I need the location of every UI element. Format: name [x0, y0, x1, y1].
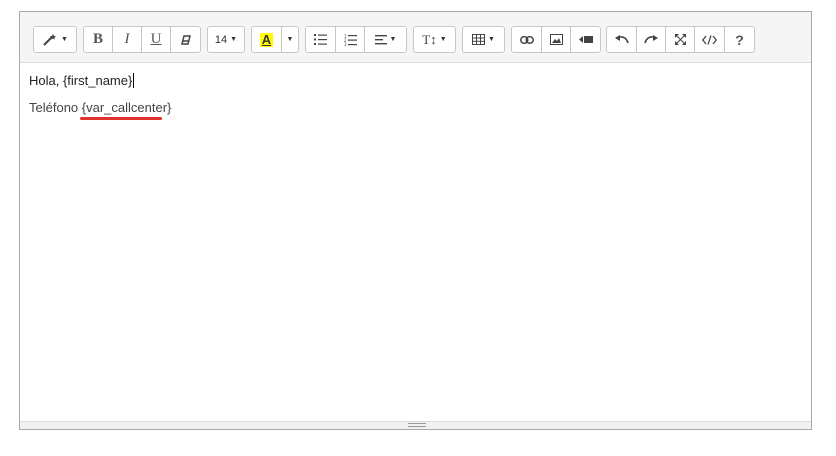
link-icon [519, 35, 534, 44]
table-dropdown[interactable]: ▼ [462, 26, 505, 53]
magic-wand-icon [42, 33, 58, 47]
annotation-red-underline [80, 117, 162, 120]
italic-icon: I [124, 31, 130, 47]
editor-toolbar: ▼ B I U 14 ▼ A ▼ 1 2 3 ▼ T↕ ▼ ▼ ? [20, 12, 811, 63]
clear-format-button[interactable] [170, 26, 201, 53]
text-cursor [133, 73, 135, 88]
redo-button[interactable] [636, 26, 666, 53]
video-icon [578, 35, 593, 44]
editor-content-area[interactable]: Hola, {first_name} Teléfono {var_callcen… [20, 63, 811, 422]
caret-icon: ▼ [389, 36, 397, 43]
unordered-list-icon [314, 34, 327, 45]
caret-icon: ▼ [439, 36, 447, 43]
eraser-icon [180, 34, 192, 46]
code-view-icon [702, 34, 717, 45]
resize-grip-icon[interactable] [408, 423, 426, 427]
style-dropdown-button[interactable]: ▼ [33, 26, 77, 53]
caret-icon: ▼ [286, 36, 294, 43]
underline-button[interactable]: U [141, 26, 171, 53]
caret-icon: ▼ [230, 36, 238, 43]
picture-icon [549, 34, 563, 45]
caret-icon: ▼ [488, 36, 495, 43]
italic-button[interactable]: I [112, 26, 142, 53]
video-button[interactable] [570, 26, 601, 53]
line-height-icon: T↕ [422, 31, 437, 47]
greeting-text: Hola, {first_name} [29, 73, 133, 88]
help-button[interactable]: ? [724, 26, 755, 53]
caret-icon: ▼ [61, 36, 68, 43]
svg-text:3: 3 [344, 42, 347, 46]
unordered-list-button[interactable] [305, 26, 336, 53]
bold-button[interactable]: B [83, 26, 113, 53]
bold-icon: B [92, 31, 103, 47]
help-icon: ? [735, 31, 744, 48]
fullscreen-icon [674, 34, 686, 45]
code-view-button[interactable] [694, 26, 725, 53]
line-height-dropdown[interactable]: T↕ ▼ [413, 26, 456, 53]
redo-icon [644, 35, 658, 44]
align-icon [374, 34, 387, 45]
content-line-phone: Teléfono {var_callcenter} [29, 100, 172, 115]
font-size-dropdown[interactable]: 14 ▼ [207, 26, 245, 53]
underline-icon: U [150, 31, 162, 47]
table-icon [472, 34, 486, 45]
editor-resize-bar[interactable] [20, 421, 811, 429]
rich-text-editor: ▼ B I U 14 ▼ A ▼ 1 2 3 ▼ T↕ ▼ ▼ ? Hola, … [19, 11, 812, 430]
color-dropdown-button[interactable]: ▼ [281, 26, 299, 53]
picture-button[interactable] [541, 26, 571, 53]
font-size-value: 14 [214, 33, 228, 46]
undo-button[interactable] [606, 26, 637, 53]
ordered-list-button[interactable]: 123 [335, 26, 365, 53]
content-line-greeting: Hola, {first_name} [29, 73, 135, 88]
ordered-list-icon: 123 [344, 34, 357, 46]
fullscreen-button[interactable] [665, 26, 695, 53]
undo-icon [614, 35, 629, 44]
link-button[interactable] [511, 26, 542, 53]
align-dropdown-button[interactable]: ▼ [364, 26, 407, 53]
highlight-icon: A [259, 31, 274, 47]
highlight-color-button[interactable]: A [251, 26, 282, 53]
